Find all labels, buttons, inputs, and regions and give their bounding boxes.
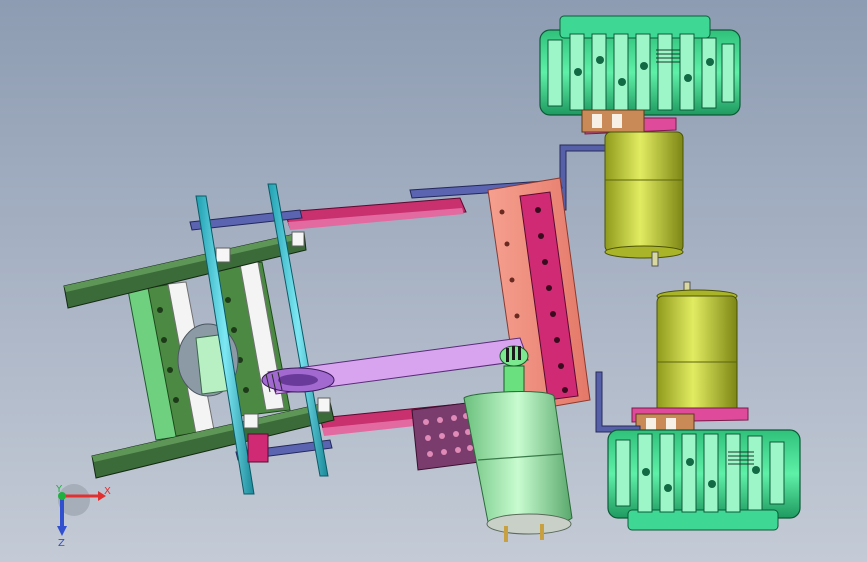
axis-z-label: Z bbox=[58, 538, 65, 549]
cad-viewport[interactable]: X Y Z bbox=[0, 0, 867, 562]
track-wheel-top-right bbox=[539, 15, 741, 116]
axis-y-label: Y bbox=[55, 484, 63, 495]
gear-motor-top-right bbox=[604, 131, 684, 267]
salmon-side-plate bbox=[487, 177, 591, 413]
axis-x-label: X bbox=[104, 486, 111, 497]
track-wheel-bottom-right bbox=[607, 429, 801, 531]
gear-motor-bottom-right bbox=[656, 281, 738, 415]
axis-triad: X Y Z bbox=[55, 484, 111, 549]
assembly-drawing: X Y Z bbox=[55, 15, 801, 549]
